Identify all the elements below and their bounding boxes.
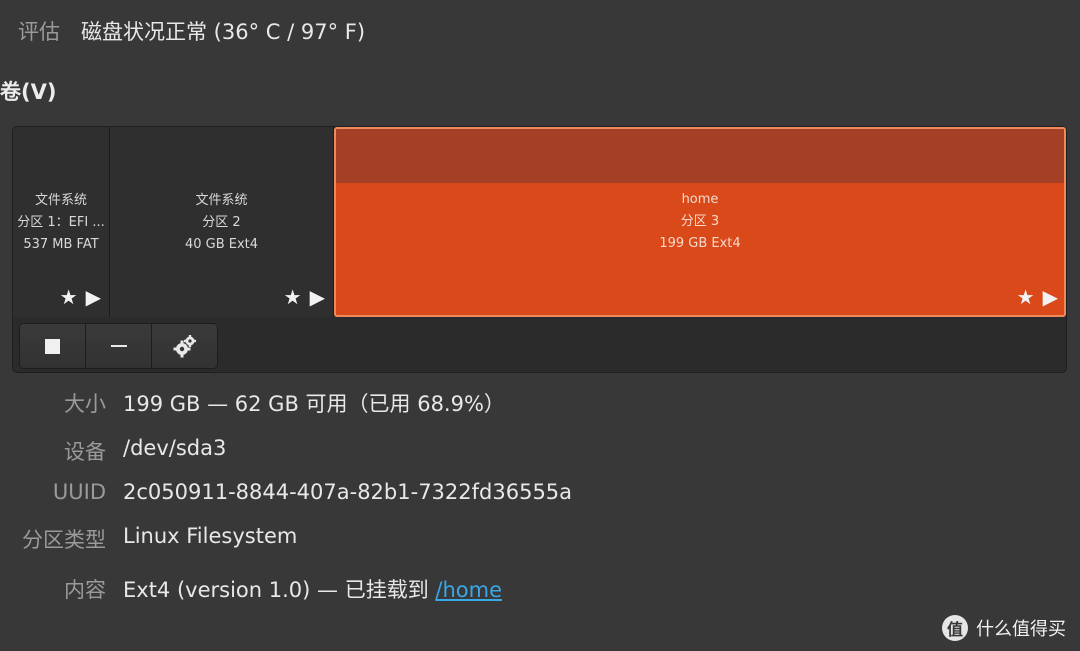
- minus-icon: [110, 345, 127, 347]
- detail-partition-type-row: 分区类型 Linux Filesystem: [0, 518, 1080, 558]
- partition-2-type: 文件系统: [195, 193, 248, 208]
- contents-value: Ext4 (version 1.0) — 已挂载到 /home: [123, 574, 502, 604]
- device-label: 设备: [64, 440, 106, 464]
- volume-map: 文件系统 分区 1：EFI ... 537 MB FAT ★ ▶ 文件系统 分区…: [12, 126, 1067, 373]
- star-icon: ★: [59, 285, 78, 309]
- detail-uuid-row: UUID 2c050911-8844-407a-82b1-7322fd36555…: [0, 474, 1080, 514]
- partition-2[interactable]: 文件系统 分区 2 40 GB Ext4 ★ ▶: [110, 127, 334, 317]
- play-icon: ▶: [1042, 285, 1058, 309]
- size-label: 大小: [64, 392, 106, 416]
- stop-icon: [45, 338, 60, 354]
- play-icon: ▶: [85, 285, 101, 309]
- star-icon: ★: [1016, 285, 1035, 309]
- watermark: 值 什么值得买: [942, 615, 1066, 641]
- device-value: /dev/sda3: [123, 436, 227, 460]
- uuid-label: UUID: [52, 480, 106, 504]
- unmount-button[interactable]: [20, 324, 86, 368]
- partition-type-label: 分区类型: [22, 528, 106, 552]
- contents-label: 内容: [64, 578, 106, 602]
- partition-3-name: 分区 3: [680, 214, 720, 229]
- uuid-value: 2c050911-8844-407a-82b1-7322fd36555a: [123, 480, 573, 504]
- watermark-logo: 值: [942, 615, 968, 641]
- partition-2-size: 40 GB Ext4: [184, 237, 259, 252]
- star-icon: ★: [283, 285, 302, 309]
- partition-1-type: 文件系统: [34, 193, 87, 208]
- partition-3-size: 199 GB Ext4: [659, 236, 741, 251]
- partition-3-label: home: [681, 192, 719, 207]
- watermark-text: 什么值得买: [976, 619, 1066, 640]
- detail-contents-row: 内容 Ext4 (version 1.0) — 已挂载到 /home: [0, 568, 1080, 608]
- partition-1[interactable]: 文件系统 分区 1：EFI ... 537 MB FAT ★ ▶: [13, 127, 110, 317]
- assessment-label: 评估: [18, 20, 60, 44]
- volume-toolbar: [19, 323, 218, 369]
- play-icon: ▶: [309, 285, 325, 309]
- partition-3-selected[interactable]: home 分区 3 199 GB Ext4 ★ ▶: [334, 127, 1066, 317]
- partition-1-size: 537 MB FAT: [23, 237, 99, 252]
- contents-text: Ext4 (version 1.0) — 已挂载到: [123, 578, 436, 602]
- partition-options-button[interactable]: [152, 324, 217, 368]
- assessment-value: 磁盘状况正常 (36° C / 97° F): [81, 20, 366, 44]
- gears-icon: [173, 335, 196, 358]
- partition-2-name: 分区 2: [202, 215, 241, 230]
- partition-1-name: 分区 1：EFI ...: [17, 215, 105, 230]
- partition-3-header-shade: [336, 129, 1064, 183]
- partition-bar: 文件系统 分区 1：EFI ... 537 MB FAT ★ ▶ 文件系统 分区…: [13, 127, 1066, 317]
- partition-type-value: Linux Filesystem: [123, 524, 298, 548]
- delete-partition-button[interactable]: [86, 324, 152, 368]
- detail-size-row: 大小 199 GB — 62 GB 可用（已用 68.9%）: [0, 382, 1080, 422]
- size-value: 199 GB — 62 GB 可用（已用 68.9%）: [123, 392, 505, 416]
- mount-point-link[interactable]: /home: [435, 578, 502, 602]
- detail-device-row: 设备 /dev/sda3: [0, 430, 1080, 470]
- volumes-heading: 卷(V): [0, 80, 57, 104]
